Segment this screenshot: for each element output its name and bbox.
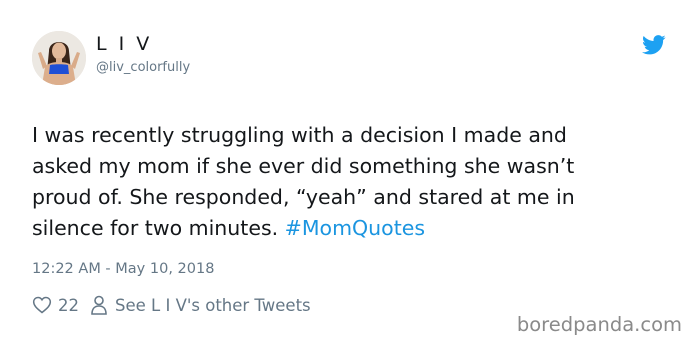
- heart-icon[interactable]: [32, 295, 52, 315]
- tweet-actions: 22 See L I V's other Tweets: [32, 293, 311, 317]
- watermark: boredpanda.com: [516, 313, 682, 336]
- person-icon: [91, 295, 107, 315]
- profile-photo: [32, 31, 86, 85]
- tweet-line-text: silence for two minutes.: [32, 216, 279, 240]
- tweet-line: I was recently struggling with a decisio…: [32, 123, 567, 147]
- like-count[interactable]: 22: [58, 296, 79, 315]
- tweet-card: L I V @liv_colorfully I was recently str…: [0, 0, 700, 349]
- twitter-bird-icon[interactable]: [642, 35, 666, 55]
- user-display-name[interactable]: L I V: [96, 33, 152, 55]
- tweet-text: I was recently struggling with a decisio…: [32, 120, 682, 244]
- avatar[interactable]: [32, 31, 86, 85]
- see-other-tweets-link[interactable]: See L I V's other Tweets: [115, 296, 311, 315]
- tweet-line: asked my mom if she ever did something s…: [32, 154, 575, 178]
- tweet-line-last: silence for two minutes. #MomQuotes: [32, 213, 682, 244]
- hashtag-link[interactable]: #MomQuotes: [285, 216, 425, 240]
- user-handle[interactable]: @liv_colorfully: [96, 60, 190, 76]
- tweet-line: proud of. She responded, “yeah” and star…: [32, 185, 575, 209]
- tweet-timestamp[interactable]: 12:22 AM - May 10, 2018: [32, 260, 214, 278]
